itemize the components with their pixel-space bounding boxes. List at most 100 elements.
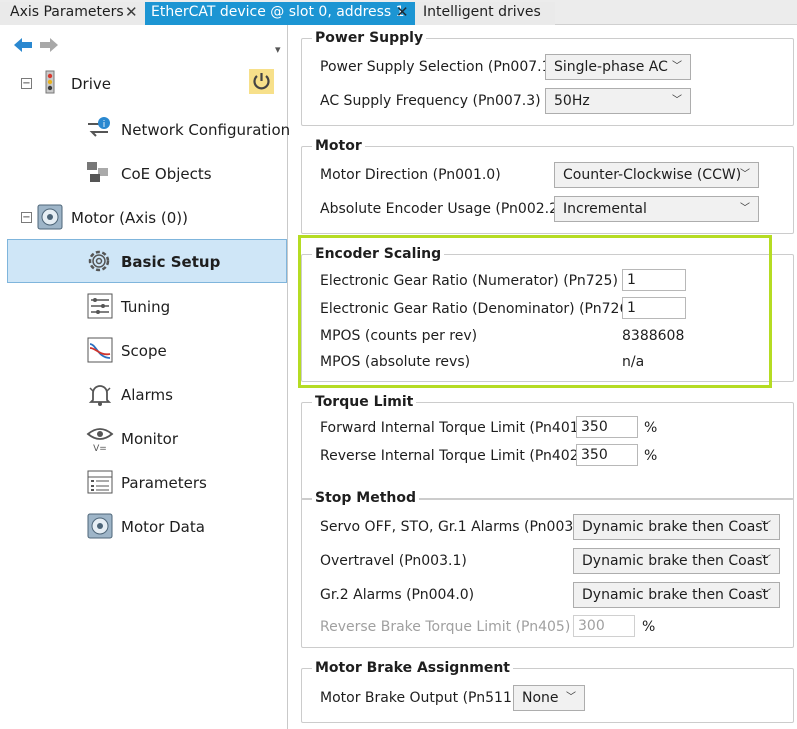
motor-brake-output-label: Motor Brake Output (Pn511) [320,690,518,706]
tree-item-label: Parameters [121,474,207,492]
scope-icon [87,337,113,363]
tree-item-monitor[interactable]: V= Monitor [0,416,288,460]
dropdown-value: Incremental [563,201,647,217]
tree-item-label: Motor (Axis (0)) [71,209,188,227]
collapse-icon[interactable]: − [21,212,32,223]
svg-text:i: i [103,120,106,130]
tab-label: Intelligent drives [423,4,541,20]
tree-item-motor[interactable]: − Motor (Axis (0)) [0,195,288,239]
tree-item-label: Network Configuration [121,121,291,139]
coe-objects-icon [87,162,108,182]
chevron-down-icon: ﹀ [672,95,682,106]
dropdown-value: Single-phase AC [554,59,668,75]
tree-item-coe-objects[interactable]: CoE Objects [0,151,288,195]
servo-off-sto-dropdown[interactable]: Dynamic brake then Coast ﹀ [573,514,780,540]
drive-icon [45,70,55,94]
gr2-alarms-dropdown[interactable]: Dynamic brake then Coast ﹀ [573,582,780,608]
collapse-icon[interactable]: − [21,78,32,89]
tree-item-tuning[interactable]: Tuning [0,284,288,328]
tree-item-basic-setup[interactable]: Basic Setup [7,239,287,283]
back-forward-icon[interactable] [12,35,68,55]
group-title: Power Supply [312,30,427,46]
gear-ratio-denominator-input[interactable]: 1 [622,297,686,319]
motor-direction-label: Motor Direction (Pn001.0) [320,167,501,183]
power-supply-selection-dropdown[interactable]: Single-phase AC ﹀ [545,54,691,80]
overtravel-label: Overtravel (Pn003.1) [320,553,467,569]
nav-arrows [12,35,68,59]
group-title: Encoder Scaling [312,246,445,262]
group-title: Stop Method [312,490,420,506]
chevron-down-icon: ﹀ [740,203,750,214]
tab-bar: Axis Parameters ✕ EtherCAT device @ slot… [0,0,797,25]
chevron-down-icon: ﹀ [672,61,682,72]
gr2-alarms-label: Gr.2 Alarms (Pn004.0) [320,587,475,603]
parameters-list-icon [87,470,113,494]
dropdown-value: None [522,690,559,706]
tab-intelligent-drives[interactable]: Intelligent drives [415,2,555,25]
dropdown-value: Dynamic brake then Coast [582,553,769,569]
ac-supply-frequency-dropdown[interactable]: 50Hz ﹀ [545,88,691,114]
back-arrow-icon[interactable] [14,38,32,52]
group-title: Motor Brake Assignment [312,660,513,676]
forward-torque-limit-label: Forward Internal Torque Limit (Pn401) [320,420,585,436]
forward-arrow-icon[interactable] [40,38,58,52]
network-configuration-icon: i [88,117,110,137]
svg-text:V=: V= [93,444,107,452]
ac-supply-frequency-label: AC Supply Frequency (Pn007.3) [320,93,541,109]
tree-item-label: Motor Data [121,518,205,536]
stop-method-group: Stop Method Servo OFF, STO, Gr.1 Alarms … [301,490,794,648]
motor-brake-assignment-group: Motor Brake Assignment Motor Brake Outpu… [301,660,794,723]
dropdown-value: Dynamic brake then Coast [582,587,769,603]
absolute-encoder-usage-dropdown[interactable]: Incremental ﹀ [554,196,759,222]
motor-icon [37,204,63,230]
percent-unit: % [644,448,658,464]
gear-ratio-numerator-label: Electronic Gear Ratio (Numerator) (Pn725… [320,273,618,289]
tree-item-alarms[interactable]: Alarms [0,372,288,416]
forward-torque-limit-input[interactable]: 350 [576,416,638,438]
tree-item-drive[interactable]: − Drive [0,62,288,106]
tree-item-motor-data[interactable]: Motor Data [0,504,288,548]
reverse-brake-torque-limit-input[interactable]: 300 [573,615,635,637]
gear-icon [88,250,110,272]
percent-unit: % [642,619,656,635]
power-supply-group: Power Supply Power Supply Selection (Pn0… [301,30,794,126]
tree-item-label: Monitor [121,430,179,448]
group-title: Motor [312,138,365,154]
torque-limit-group: Torque Limit Forward Internal Torque Lim… [301,394,794,500]
motor-brake-output-dropdown[interactable]: None ﹀ [513,685,585,711]
mpos-counts-value: 8388608 [622,328,685,344]
gear-ratio-numerator-input[interactable]: 1 [622,269,686,291]
group-title: Torque Limit [312,394,417,410]
tree-item-label: Alarms [121,386,173,404]
tab-ethercat-device[interactable]: EtherCAT device @ slot 0, address 1 ✕ [145,2,415,25]
percent-unit: % [644,420,658,436]
motor-data-icon [87,513,113,539]
gear-ratio-denominator-label: Electronic Gear Ratio (Denominator) (Pn7… [320,301,634,317]
servo-off-sto-label: Servo OFF, STO, Gr.1 Alarms (Pn003.0) [320,519,593,535]
mpos-counts-label: MPOS (counts per rev) [320,328,478,344]
eye-icon: V= [86,428,114,452]
chevron-down-icon: ﹀ [740,169,750,180]
tree-item-network-configuration[interactable]: i Network Configuration [0,107,291,151]
dropdown-value: 50Hz [554,93,590,109]
tab-axis-parameters[interactable]: Axis Parameters ✕ [0,2,145,25]
chevron-down-icon: ﹀ [761,555,771,566]
reverse-torque-limit-input[interactable]: 350 [576,444,638,466]
tree-item-label: Basic Setup [121,253,221,271]
sidebar: ▾ − Drive i Network Configuration CoE Ob… [0,25,291,729]
tuning-sliders-icon [87,293,113,319]
toolbar-overflow-icon[interactable]: ▾ [275,43,281,56]
tree-item-label: Drive [71,75,111,93]
close-icon[interactable]: ✕ [125,2,138,23]
tree-item-scope[interactable]: Scope [0,328,288,372]
close-icon[interactable]: ✕ [396,2,409,23]
motor-direction-dropdown[interactable]: Counter-Clockwise (CCW) ﹀ [554,162,759,188]
mpos-absolute-revs-value: n/a [622,354,645,370]
tree-item-parameters[interactable]: Parameters [0,460,288,504]
motor-group: Motor Motor Direction (Pn001.0) Counter-… [301,138,794,234]
tab-label: EtherCAT device @ slot 0, address 1 [151,4,405,20]
overtravel-dropdown[interactable]: Dynamic brake then Coast ﹀ [573,548,780,574]
chevron-down-icon: ﹀ [761,521,771,532]
power-icon[interactable] [249,69,274,94]
basic-setup-panel: Power Supply Power Supply Selection (Pn0… [289,25,797,729]
